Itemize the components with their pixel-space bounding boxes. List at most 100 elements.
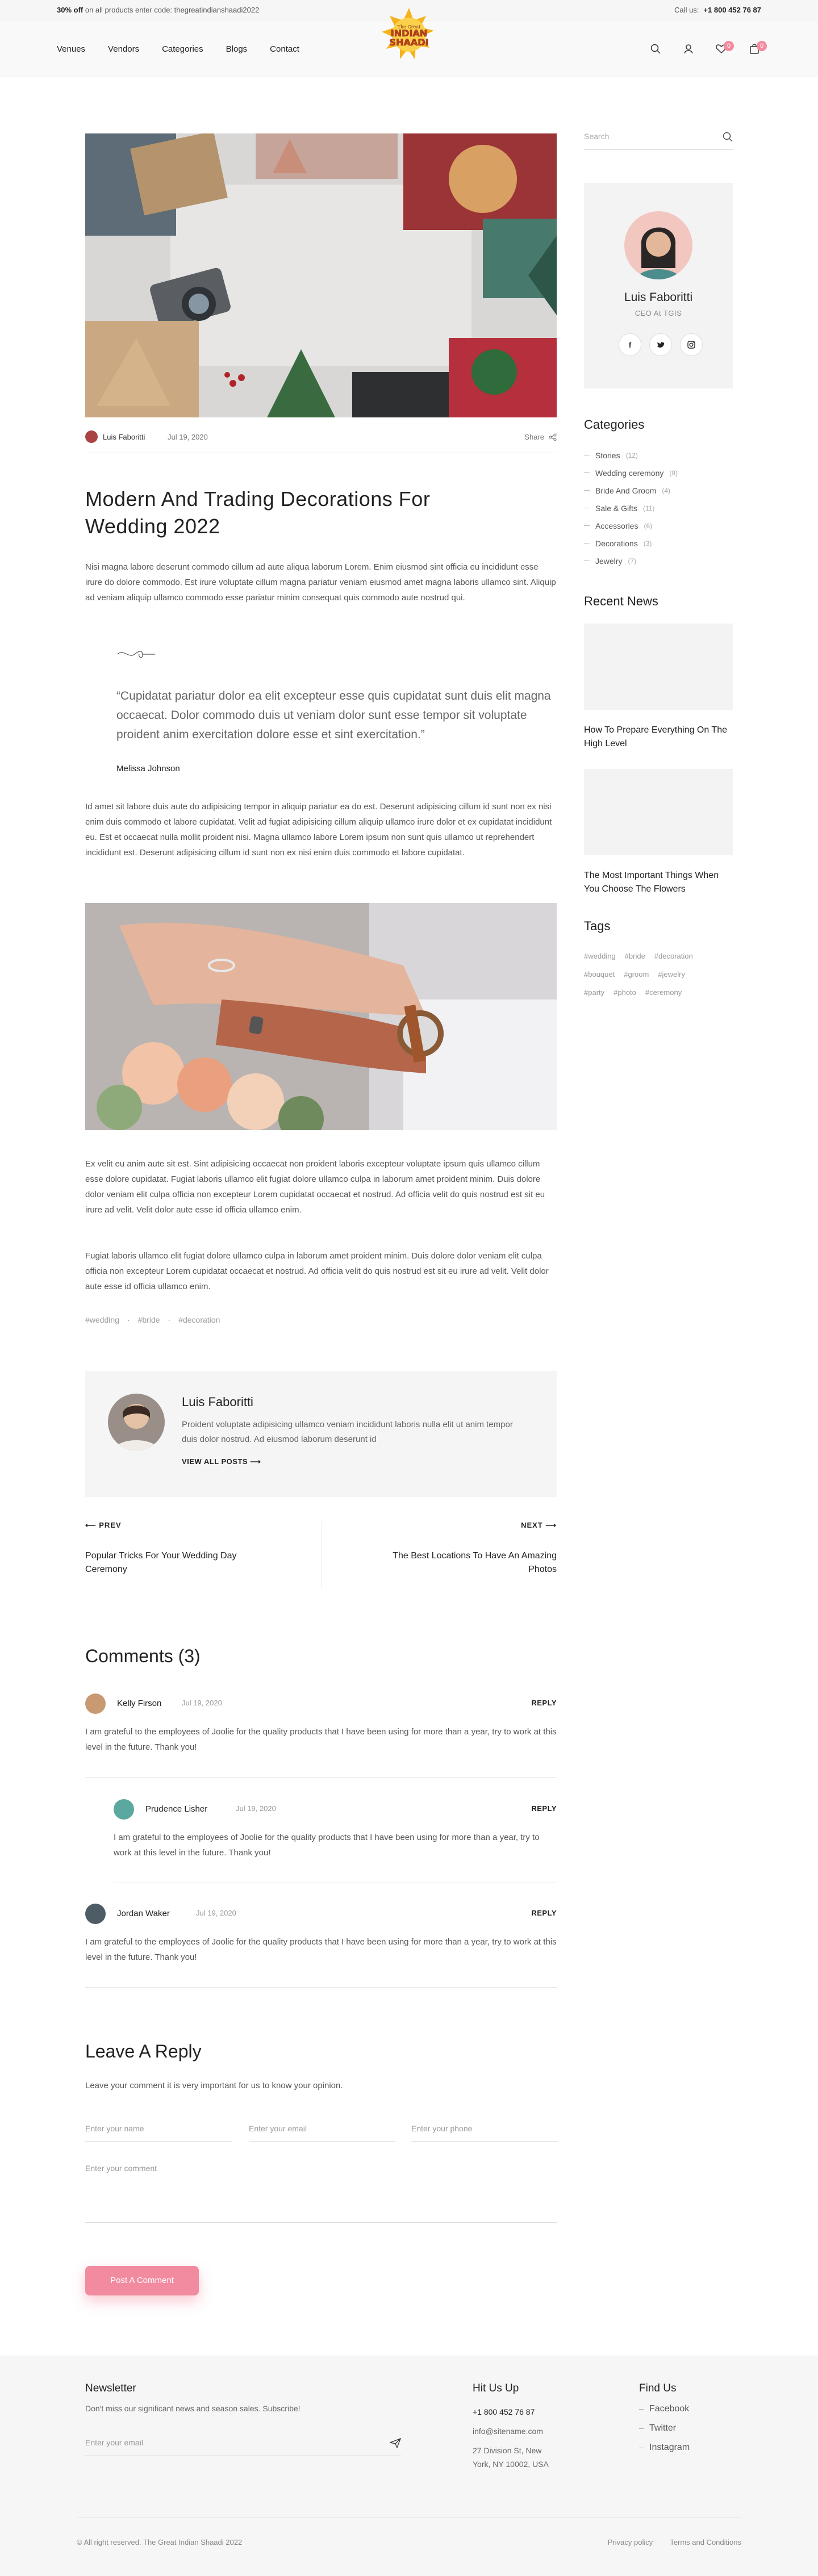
prev-label: PREV xyxy=(99,1521,122,1529)
cart-count-badge: 0 xyxy=(757,41,767,51)
news-thumbnail xyxy=(584,769,733,855)
reply-button[interactable]: REPLY xyxy=(531,1804,557,1813)
category-item[interactable]: Decorations (3) xyxy=(584,534,678,552)
instagram-link[interactable]: Instagram xyxy=(639,2438,690,2457)
tag-link[interactable]: #wedding xyxy=(584,952,616,960)
blockquote: “Cupidatat pariatur dolor ea elit except… xyxy=(116,647,560,773)
wishlist-icon[interactable]: 0 xyxy=(715,41,734,56)
post-title: Modern And Trading Decorations For Weddi… xyxy=(85,487,431,538)
tag-link[interactable]: #groom xyxy=(624,970,649,978)
cart-icon[interactable]: 0 xyxy=(748,41,767,56)
search-input[interactable]: Search xyxy=(584,132,733,150)
post-meta: Luis Faboritti Jul 19, 2020 Share xyxy=(85,430,557,453)
facebook-icon[interactable]: f xyxy=(619,333,641,356)
arrow-left-icon: ⟵ xyxy=(85,1521,97,1529)
instagram-icon[interactable] xyxy=(680,333,703,356)
arrow-right-icon: ⟶ xyxy=(250,1457,261,1466)
tag-link[interactable]: #jewelry xyxy=(658,970,685,978)
reply-button[interactable]: REPLY xyxy=(531,1909,557,1917)
post-tag[interactable]: #bride xyxy=(138,1315,160,1324)
category-item[interactable]: Accessories (6) xyxy=(584,517,678,534)
tags-heading: Tags xyxy=(584,919,611,933)
profile-card: Luis Faboritti CEO At TGIS f xyxy=(584,183,733,388)
share-button[interactable]: Share xyxy=(524,433,557,441)
category-count: (3) xyxy=(643,539,652,547)
view-all-posts-link[interactable]: VIEW ALL POSTS ⟶ xyxy=(182,1457,261,1466)
category-name: Jewelry xyxy=(595,556,623,566)
prev-post-link[interactable]: ⟵ PREV Popular Tricks For Your Wedding D… xyxy=(85,1521,256,1576)
category-item[interactable]: Sale & Gifts (11) xyxy=(584,499,678,517)
comment-text: I am grateful to the employees of Joolie… xyxy=(85,1727,557,1752)
reply-button[interactable]: REPLY xyxy=(531,1699,557,1707)
terms-link[interactable]: Terms and Conditions xyxy=(670,2538,741,2546)
nav-vendors[interactable]: Vendors xyxy=(108,44,139,54)
divider xyxy=(85,1777,557,1778)
search-icon[interactable] xyxy=(649,42,662,56)
nav-contact[interactable]: Contact xyxy=(270,44,299,54)
comments-heading: Comments (3) xyxy=(85,1646,201,1666)
post-author[interactable]: Luis Faboritti xyxy=(103,433,145,441)
site-logo[interactable]: The Great INDIAN SHAADI xyxy=(364,3,454,77)
privacy-link[interactable]: Privacy policy xyxy=(608,2538,653,2546)
wedding-image xyxy=(85,903,557,1130)
next-post-link[interactable]: NEXT ⟶ The Best Locations To Have An Ama… xyxy=(386,1521,557,1576)
recent-news-item[interactable]: The Most Important Things When You Choos… xyxy=(584,769,733,896)
comment-text: I am grateful to the employees of Joolie… xyxy=(114,1833,540,1858)
news-thumbnail xyxy=(584,624,733,710)
nav-blogs[interactable]: Blogs xyxy=(226,44,248,54)
tag-link[interactable]: #bouquet xyxy=(584,970,615,978)
profile-role: CEO At TGIS xyxy=(635,309,682,317)
newsletter-email-input[interactable]: Enter your email xyxy=(85,2438,401,2456)
author-photo xyxy=(108,1394,165,1450)
social-links: f xyxy=(619,333,703,356)
post-tag[interactable]: #decoration xyxy=(178,1315,220,1324)
category-item[interactable]: Bride And Groom (4) xyxy=(584,482,678,499)
profile-avatar xyxy=(624,211,692,279)
call-us: Call us: +1 800 452 76 87 xyxy=(674,6,761,14)
author-avatar xyxy=(85,430,98,443)
phone-field[interactable]: Enter your phone xyxy=(411,2124,558,2142)
twitter-icon[interactable] xyxy=(649,333,672,356)
site-footer: Newsletter Don't miss our significant ne… xyxy=(0,2356,818,2576)
post-paragraph-2: Id amet sit labore duis aute do adipisic… xyxy=(85,802,552,858)
category-count: (9) xyxy=(669,469,678,477)
view-all-label: VIEW ALL POSTS xyxy=(182,1457,248,1466)
user-icon[interactable] xyxy=(682,42,695,56)
newsletter-text: Don't miss our significant news and seas… xyxy=(85,2404,301,2413)
tag-link[interactable]: #party xyxy=(584,988,604,997)
tag-link[interactable]: #bride xyxy=(625,952,645,960)
name-field[interactable]: Enter your name xyxy=(85,2124,232,2142)
category-item[interactable]: Stories (12) xyxy=(584,446,678,464)
next-label: NEXT xyxy=(521,1521,543,1529)
category-item[interactable]: Wedding ceremony (9) xyxy=(584,464,678,482)
category-item[interactable]: Jewelry (7) xyxy=(584,552,678,570)
post-tag[interactable]: #wedding xyxy=(85,1315,119,1324)
recent-news-item[interactable]: How To Prepare Everything On The High Le… xyxy=(584,624,733,751)
category-count: (12) xyxy=(625,451,638,459)
tag-link[interactable]: #decoration xyxy=(654,952,693,960)
nav-venues[interactable]: Venues xyxy=(57,44,85,54)
twitter-link[interactable]: Twitter xyxy=(639,2419,690,2438)
site-header: Venues Vendors Categories Blogs Contact … xyxy=(0,8,818,77)
send-icon[interactable] xyxy=(390,2438,401,2448)
category-count: (6) xyxy=(644,521,653,530)
categories-heading: Categories xyxy=(584,417,645,432)
comment-item: Prudence Lisher Jul 19, 2020 REPLY I am … xyxy=(114,1799,557,1883)
email-field[interactable]: Enter your email xyxy=(249,2124,395,2142)
logo-word-2: SHAADI xyxy=(390,37,429,48)
facebook-link[interactable]: Facebook xyxy=(639,2399,690,2419)
promo-text: 30% off on all products enter code: theg… xyxy=(57,6,260,14)
tag-separator: · xyxy=(168,1315,171,1324)
search-icon[interactable] xyxy=(723,132,733,142)
footer-email[interactable]: info@sitename.com xyxy=(473,2427,543,2436)
nav-categories[interactable]: Categories xyxy=(162,44,203,54)
post-comment-button[interactable]: Post A Comment xyxy=(85,2266,199,2295)
comment-field[interactable]: Enter your comment xyxy=(85,2164,557,2223)
footer-phone[interactable]: +1 800 452 76 87 xyxy=(473,2407,535,2416)
tag-link[interactable]: #photo xyxy=(614,988,636,997)
phone-link[interactable]: +1 800 452 76 87 xyxy=(703,6,761,14)
comment-date: Jul 19, 2020 xyxy=(236,1804,276,1813)
category-name: Wedding ceremony xyxy=(595,468,664,478)
hero-image xyxy=(85,133,557,417)
tag-link[interactable]: #ceremony xyxy=(645,988,682,997)
